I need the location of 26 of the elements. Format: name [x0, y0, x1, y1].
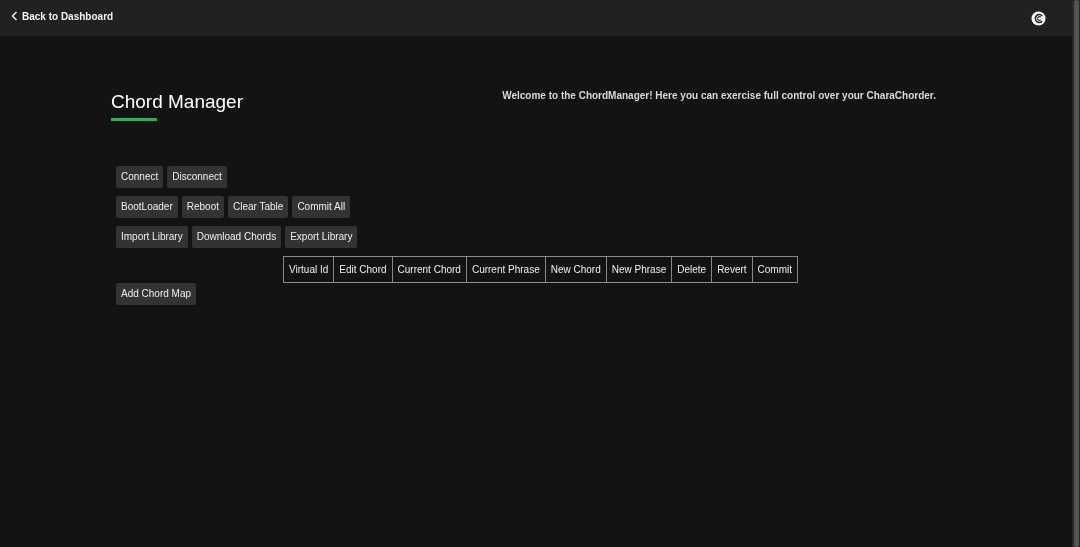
title-underline — [111, 117, 157, 121]
action-button[interactable]: Reboot — [181, 195, 224, 218]
column-header: Delete — [671, 256, 712, 283]
action-button[interactable]: Import Library — [116, 225, 188, 248]
action-button[interactable]: BootLoader — [116, 195, 178, 218]
back-link[interactable]: Back to Dashboard — [11, 8, 114, 24]
column-header: Commit — [752, 256, 798, 283]
page-title: Chord Manager — [111, 91, 244, 114]
column-header: Current Phrase — [466, 256, 546, 283]
action-button[interactable]: Connect — [116, 165, 164, 188]
column-header: Revert — [711, 256, 753, 283]
action-button[interactable]: Add Chord Map — [116, 282, 197, 305]
column-header: Virtual Id — [283, 256, 334, 283]
action-button[interactable]: Clear Table — [227, 195, 289, 218]
action-button[interactable]: Download Chords — [191, 225, 282, 248]
logo-icon[interactable] — [1031, 10, 1046, 26]
action-button[interactable]: Disconnect — [167, 165, 227, 188]
column-header: New Chord — [545, 256, 607, 283]
welcome-text: Welcome to the ChordManager! Here you can exercise full control over your CharaChorder. — [502, 89, 936, 103]
action-button[interactable]: Commit All — [292, 195, 351, 218]
scrollbar[interactable] — [1072, 0, 1080, 547]
column-header: Current Chord — [392, 256, 467, 283]
column-header: New Phrase — [606, 256, 672, 283]
chevron-left-icon — [11, 11, 18, 21]
action-button[interactable]: Export Library — [285, 225, 358, 248]
column-header: Edit Chord — [333, 256, 393, 283]
